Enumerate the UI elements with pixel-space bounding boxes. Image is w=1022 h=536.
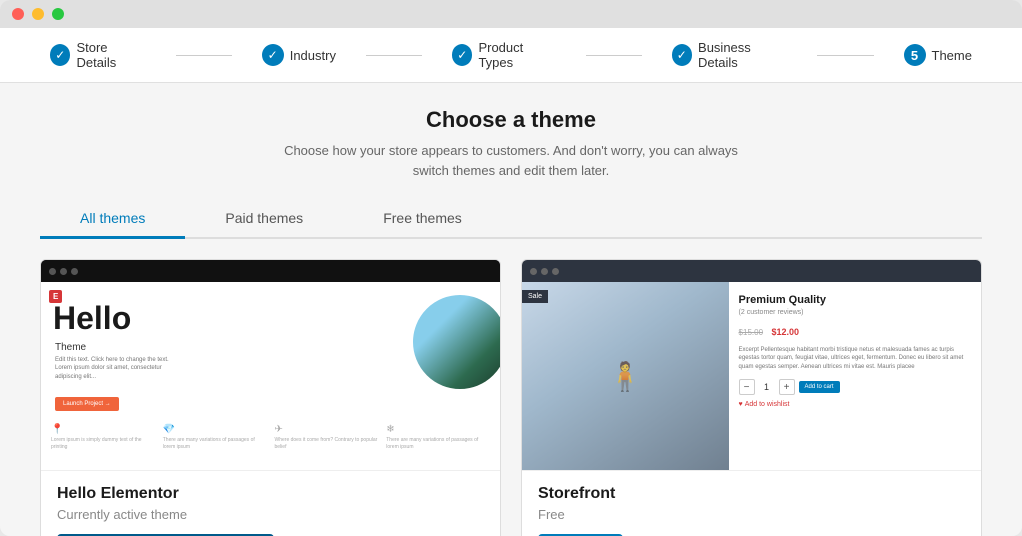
step-connector-1 [176,55,232,56]
tab-all-themes[interactable]: All themes [40,200,185,239]
hello-dot-1 [49,268,56,275]
sf-figure-icon: 🧍 [608,360,643,393]
step-icon-product-types: ✓ [452,44,472,66]
sf-body: Sale 🧍 Premium Quality (2 customer revie… [522,282,981,470]
step-label-business-details: Business Details [698,40,787,70]
sf-reviews: (2 customer reviews) [739,309,971,316]
page-title: Choose a theme [40,107,982,133]
hello-icon-text-1: Lorem ipsum is simply dummy text of the … [51,437,155,450]
sf-image-area: Sale 🧍 [522,282,729,470]
step-label-product-types: Product Types [478,40,555,70]
sf-description: Excerpt Pellentesque habitant morbi tris… [739,346,971,371]
hello-icon-4: ❄ There are many variations of passages … [386,424,490,450]
themes-grid: E Hello Theme Edit this text. Click here… [40,259,982,536]
step-theme[interactable]: 5 Theme [874,44,1002,66]
sf-wishlist: ♥ Add to wishlist [739,401,971,408]
sf-price-new: $12.00 [771,327,799,337]
step-label-theme: Theme [932,48,972,63]
hello-preview-bg: E Hello Theme Edit this text. Click here… [41,260,500,470]
hello-icon-text-4: There are many variations of passages of… [386,437,490,450]
sf-sale-badge: Sale [522,290,548,303]
maximize-button[interactable] [52,8,64,20]
step-connector-2 [366,55,422,56]
app-window: ✓ Store Details ✓ Industry ✓ Product Typ… [0,0,1022,536]
step-icon-industry: ✓ [262,44,284,66]
step-connector-4 [817,55,873,56]
page-subtitle-line2: switch themes and edit them later. [413,163,610,178]
hello-dot-2 [60,268,67,275]
step-industry[interactable]: ✓ Industry [232,44,366,66]
tab-paid-themes[interactable]: Paid themes [185,200,343,239]
stepper: ✓ Store Details ✓ Industry ✓ Product Typ… [0,28,1022,83]
heart-icon: ♥ [739,401,743,408]
sf-add-to-cart-btn: Add to cart [799,381,840,393]
theme-preview-storefront: Sale 🧍 Premium Quality (2 customer revie… [522,260,981,470]
theme-tabs: All themes Paid themes Free themes [40,200,982,239]
hello-icon-3: ✈ Where does it come from? Contrary to p… [275,424,379,450]
theme-meta-storefront: Free [538,507,965,522]
hello-icon-text-3: Where does it come from? Contrary to pop… [275,437,379,450]
step-business-details[interactable]: ✓ Business Details [642,40,818,70]
hello-icons-row: 📍 Lorem ipsum is simply dummy text of th… [51,424,490,450]
minimize-button[interactable] [32,8,44,20]
theme-card-storefront: Sale 🧍 Premium Quality (2 customer revie… [521,259,982,536]
step-label-store-details: Store Details [76,40,145,70]
page-header: Choose a theme Choose how your store app… [40,107,982,180]
theme-meta-hello-elementor: Currently active theme [57,507,484,522]
page-subtitle-line1: Choose how your store appears to custome… [284,143,738,158]
hello-body-text: Edit this text. Click here to change the… [55,356,185,381]
hello-launch-btn: Launch Project → [55,397,119,411]
step-icon-store-details: ✓ [50,44,70,66]
sf-dot-1 [530,268,537,275]
hello-icon-symbol-2: 💎 [163,424,267,435]
sf-qty-row: − 1 + Add to cart [739,379,971,395]
sf-qty-value: 1 [759,382,775,392]
step-store-details[interactable]: ✓ Store Details [20,40,176,70]
hello-headline: Hello [53,302,131,334]
main-content: Choose a theme Choose how your store app… [0,83,1022,536]
close-button[interactable] [12,8,24,20]
hello-icon-symbol-4: ❄ [386,424,490,435]
hello-hero-image [410,292,500,392]
sf-product-title: Premium Quality [739,294,971,306]
hello-sub-label: Theme [55,342,86,353]
tab-free-themes[interactable]: Free themes [343,200,502,239]
sf-product-image: 🧍 [522,282,729,470]
theme-card-hello-elementor: E Hello Theme Edit this text. Click here… [40,259,501,536]
hello-icon-1: 📍 Lorem ipsum is simply dummy text of th… [51,424,155,450]
page-subtitle: Choose how your store appears to custome… [40,141,982,180]
step-label-industry: Industry [290,48,336,63]
sf-dot-3 [552,268,559,275]
sf-qty-minus[interactable]: − [739,379,755,395]
step-product-types[interactable]: ✓ Product Types [422,40,586,70]
theme-info-hello-elementor: Hello Elementor Currently active theme C… [41,470,500,536]
sf-dot-2 [541,268,548,275]
step-icon-theme: 5 [904,44,926,66]
step-connector-3 [586,55,642,56]
hello-top-bar [41,260,500,282]
titlebar [0,0,1022,28]
storefront-preview-bg: Sale 🧍 Premium Quality (2 customer revie… [522,260,981,470]
sf-info-area: Premium Quality (2 customer reviews) $15… [729,282,981,470]
theme-preview-hello-elementor: E Hello Theme Edit this text. Click here… [41,260,500,470]
hello-icon-symbol-3: ✈ [275,424,379,435]
hello-icon-symbol-1: 📍 [51,424,155,435]
theme-name-storefront: Storefront [538,485,965,503]
hello-icon-2: 💎 There are many variations of passages … [163,424,267,450]
hello-body: E Hello Theme Edit this text. Click here… [41,282,500,470]
step-icon-business-details: ✓ [672,44,692,66]
hello-icon-text-2: There are many variations of passages of… [163,437,267,450]
sf-price-old: $15.00 [739,328,763,337]
theme-info-storefront: Storefront Free Choose Live demo [522,470,981,536]
hello-dot-3 [71,268,78,275]
sf-qty-plus[interactable]: + [779,379,795,395]
storefront-top-bar [522,260,981,282]
theme-name-hello-elementor: Hello Elementor [57,485,484,503]
